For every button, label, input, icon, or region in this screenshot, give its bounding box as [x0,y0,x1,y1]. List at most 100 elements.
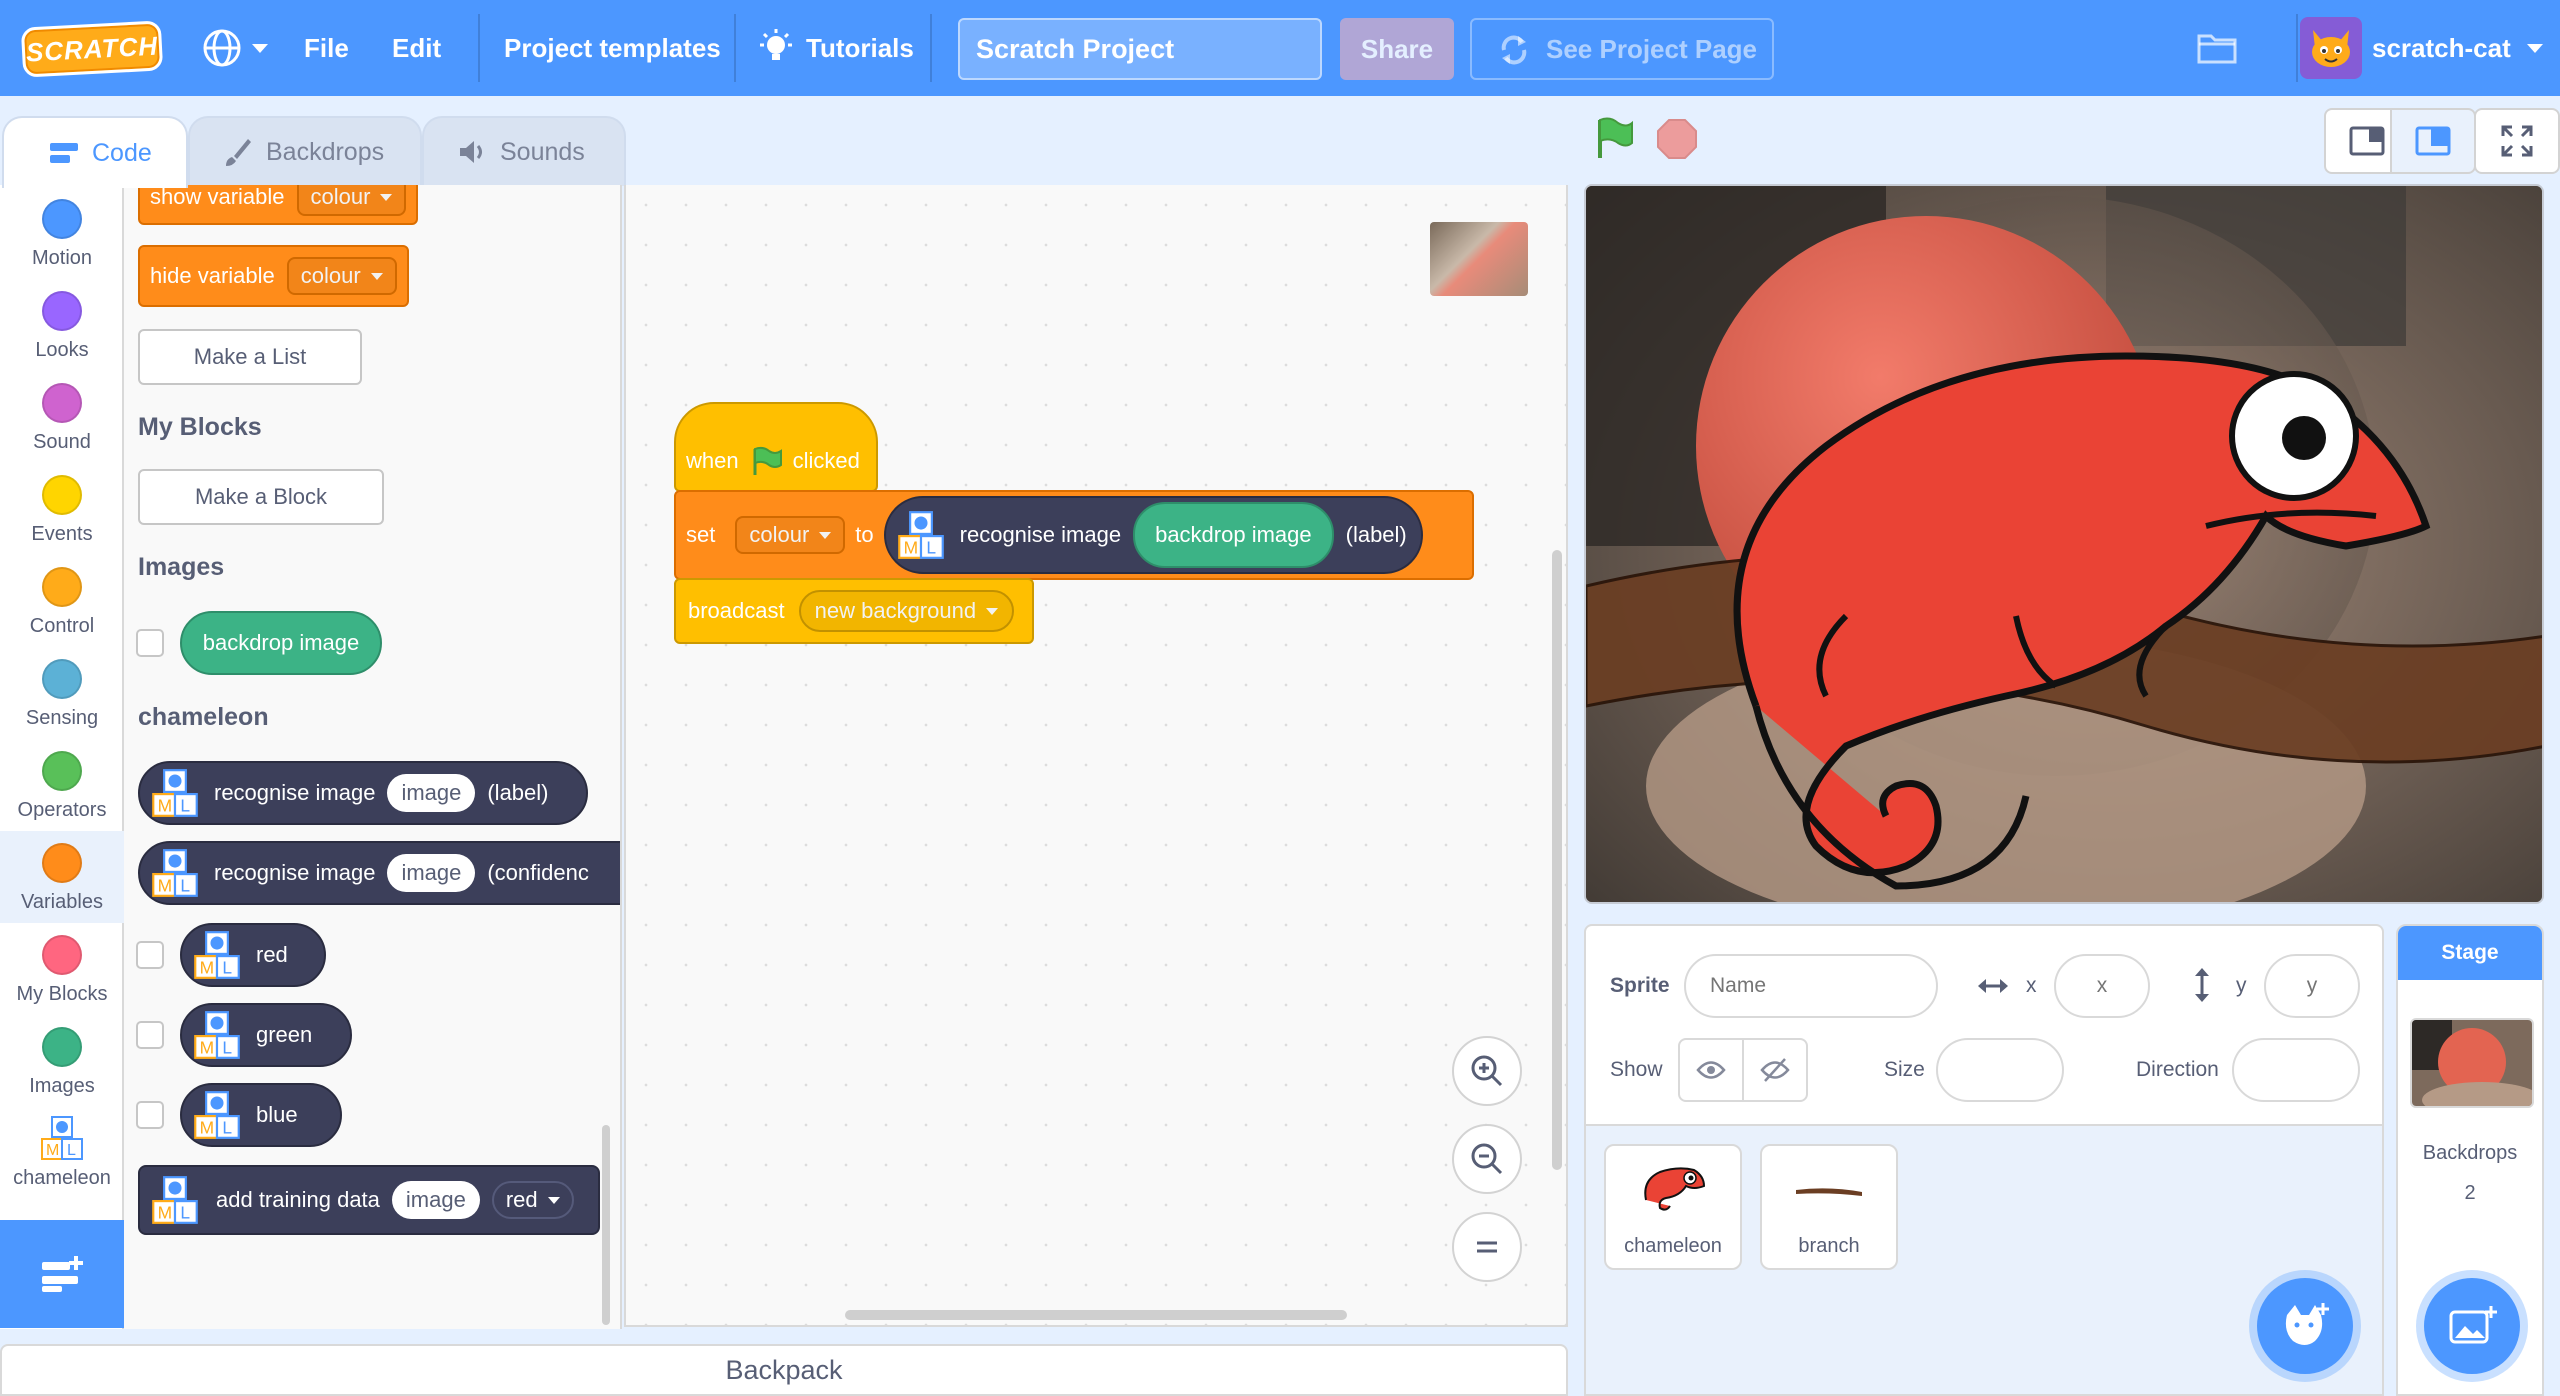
x-position-input[interactable] [2054,954,2150,1018]
category-images[interactable]: Images [0,1027,124,1119]
script-area[interactable] [624,185,1568,1327]
red-reporter[interactable]: ML red [180,923,326,987]
category-variables[interactable]: Variables [0,831,124,923]
globe-icon [203,29,241,67]
recognise-image-label-reporter[interactable]: ML recognise image backdrop image (label… [883,496,1423,574]
tab-backdrops[interactable]: Backdrops [188,116,422,186]
account-menu[interactable]: scratch-cat [2300,0,2543,96]
chevron-down-icon [252,43,268,53]
stage[interactable] [1584,184,2544,904]
lightbulb-icon [760,29,792,60]
block-text: hide variable [150,263,275,288]
remix-icon [1501,35,1527,65]
svg-text:M: M [158,1202,172,1222]
username-label: scratch-cat [2372,32,2511,63]
blue-checkbox[interactable] [136,1101,164,1129]
choose-backdrop-button[interactable] [2424,1278,2520,1374]
green-reporter[interactable]: ML green [180,1003,352,1067]
vertical-scrollbar[interactable] [1552,550,1562,1170]
category-looks[interactable]: Looks [0,291,124,383]
category-sound[interactable]: Sound [0,383,124,475]
variable-dropdown[interactable]: colour [296,185,407,216]
stop-button[interactable] [1656,118,1698,160]
category-operators[interactable]: Operators [0,751,124,843]
image-input[interactable]: image [387,774,476,812]
make-a-list-button[interactable]: Make a List [138,329,362,385]
horizontal-scrollbar[interactable] [845,1310,1347,1320]
scratch-logo[interactable]: SCRATCH [20,20,164,78]
category-chameleon[interactable]: ML chameleon [0,1115,124,1207]
recognise-image-label-block[interactable]: ML recognise image image (label) [138,761,588,825]
backdrop-image-reporter[interactable]: backdrop image [180,611,382,675]
see-project-page-button[interactable]: See Project Page [1470,18,1774,80]
ml-icon: ML [897,511,944,559]
set-variable-block[interactable]: set colour to ML recognise image backdro… [674,490,1474,580]
category-events[interactable]: Events [0,475,124,567]
ml-icon: ML [194,931,240,979]
red-checkbox[interactable] [136,941,164,969]
svg-text:L: L [926,537,936,557]
ml-icon: ML [152,849,198,897]
y-position-input[interactable] [2264,954,2360,1018]
make-a-block-button[interactable]: Make a Block [138,469,384,525]
tab-sounds[interactable]: Sounds [422,116,626,186]
category-my-blocks[interactable]: My Blocks [0,935,124,1027]
category-dot [42,567,82,607]
sprite-info-panel: Sprite x y Show Size Direction [1584,924,2384,1126]
add-extension-button[interactable] [0,1220,124,1328]
category-motion[interactable]: Motion [0,199,124,291]
backdrops-count: 2 [2464,1182,2476,1204]
backdrop-image-checkbox[interactable] [136,629,164,657]
green-checkbox[interactable] [136,1021,164,1049]
sprite-tile-chameleon[interactable]: chameleon [1604,1144,1742,1270]
tutorials-menu[interactable]: Tutorials [756,0,914,96]
image-input[interactable]: image [387,854,476,892]
blue-reporter[interactable]: ML blue [180,1083,342,1147]
category-label: Control [29,615,95,637]
add-training-data-block[interactable]: ML add training data image red [138,1165,600,1235]
normal-stage-icon [2415,126,2451,156]
zoom-in-button[interactable] [1452,1036,1522,1106]
recognise-image-confidence-block[interactable]: ML recognise image image (confidenc [138,841,620,905]
backdrop-image-reporter[interactable]: backdrop image [1133,502,1334,568]
direction-input[interactable] [2232,1038,2360,1102]
fullscreen-button[interactable] [2474,108,2560,174]
language-menu[interactable] [200,0,268,96]
category-label: Images [29,1075,95,1097]
variable-dropdown[interactable]: colour [735,516,846,554]
share-button[interactable]: Share [1340,18,1454,80]
zoom-out-button[interactable] [1452,1124,1522,1194]
project-templates-menu[interactable]: Project templates [504,0,721,96]
tab-code[interactable]: Code [2,116,188,188]
broadcast-block[interactable]: broadcast new background [674,578,1034,644]
show-variable-block[interactable]: show variable colour [138,185,419,225]
show-sprite-button[interactable] [1678,1038,1744,1102]
block-text: recognise image [214,780,376,805]
palette-scrollbar[interactable] [602,1125,610,1325]
category-label: Variables [21,891,103,913]
normal-stage-button[interactable] [2390,108,2476,174]
variable-dropdown[interactable]: colour [286,257,397,295]
hide-sprite-button[interactable] [1742,1038,1808,1102]
project-title-input[interactable]: Scratch Project [958,18,1322,80]
size-input[interactable] [1936,1038,2064,1102]
category-dot [42,475,82,515]
label-dropdown[interactable]: red [491,1181,574,1219]
category-control[interactable]: Control [0,567,124,659]
category-sensing[interactable]: Sensing [0,659,124,751]
hide-variable-block[interactable]: hide variable colour [138,245,409,307]
choose-sprite-button[interactable] [2257,1278,2353,1374]
svg-text:M: M [903,537,917,557]
zoom-reset-button[interactable] [1452,1212,1522,1282]
message-dropdown[interactable]: new background [798,590,1015,632]
image-input[interactable]: image [391,1181,480,1219]
ml-icon: ML [194,1091,240,1139]
file-menu[interactable]: File [304,0,349,96]
sprite-tile-branch[interactable]: branch [1760,1144,1898,1270]
backpack[interactable]: Backpack [0,1344,1568,1396]
sprite-name-input[interactable] [1684,954,1938,1018]
edit-menu[interactable]: Edit [392,0,441,96]
green-flag-button[interactable] [1592,116,1636,160]
category-dot [42,751,82,791]
my-stuff-button[interactable] [2196,0,2238,96]
